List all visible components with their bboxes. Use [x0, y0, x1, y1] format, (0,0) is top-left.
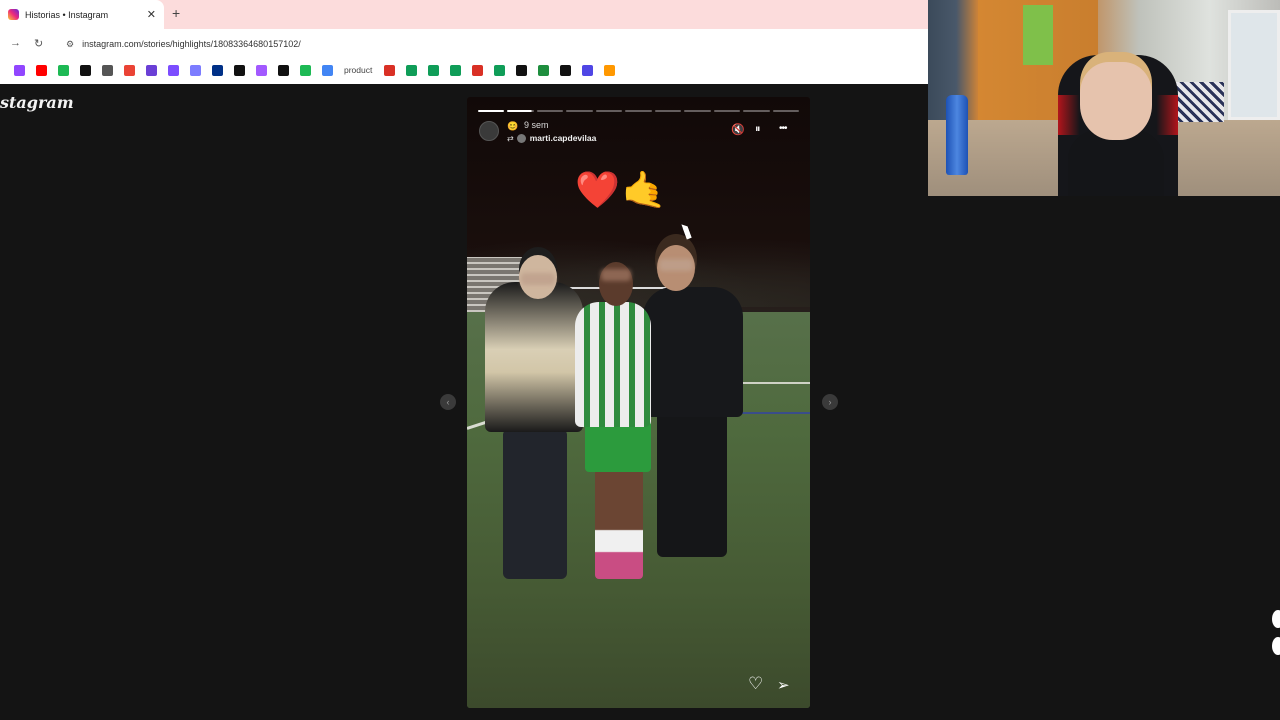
bookmark-icon[interactable] [494, 64, 506, 76]
bookmark-icon[interactable] [168, 64, 179, 76]
reload-icon[interactable]: ↻ [34, 37, 43, 50]
like-icon[interactable]: ♡ [748, 674, 763, 694]
story-author[interactable]: ⇄ marti.capdevilaa [507, 133, 596, 143]
repost-icon: ⇄ [507, 133, 514, 143]
new-tab-button[interactable]: + [172, 5, 180, 21]
bookmark-icon[interactable] [36, 64, 47, 76]
progress-segment [507, 110, 534, 112]
face-blur [521, 273, 555, 285]
window [1228, 10, 1280, 120]
webcam-overlay [928, 0, 1280, 196]
previous-story-button[interactable]: ‹ [440, 394, 456, 410]
bookmark-icon[interactable] [300, 64, 311, 76]
bookmark-icon[interactable] [124, 64, 135, 76]
bookmark-icon[interactable] [604, 64, 616, 76]
bookmark-icon[interactable] [450, 64, 462, 76]
progress-segment [536, 110, 564, 112]
bookmark-icon[interactable] [278, 64, 289, 76]
bookmarks-bar: product [0, 59, 928, 81]
share-icon[interactable]: ➢ [777, 676, 790, 694]
person-middle-legs [595, 469, 643, 579]
tab-instagram[interactable]: Historias • Instagram ✕ [0, 0, 164, 29]
instagram-icon [8, 9, 19, 20]
more-options-icon[interactable]: ••• [779, 123, 787, 134]
site-info-icon[interactable]: ⚙ [66, 39, 74, 50]
bookmark-icon[interactable] [190, 64, 201, 76]
tab-strip: Historias • Instagram ✕ + [0, 0, 928, 29]
browser-chrome: Historias • Instagram ✕ + → ↻ ⚙ instagra… [0, 0, 928, 84]
person-middle [575, 302, 651, 427]
bookmark-icon[interactable] [58, 64, 69, 76]
bookmark-icon[interactable] [14, 64, 25, 76]
water-bottle [946, 95, 968, 175]
person-left-legs [503, 429, 567, 579]
bookmark-icon[interactable] [516, 64, 528, 76]
person-left [485, 282, 583, 432]
story-progress-bar [478, 110, 799, 112]
bookmark-icon[interactable] [234, 64, 245, 76]
user-avatar [516, 133, 526, 143]
bookmark-icon[interactable] [322, 64, 333, 76]
bookmark-icon[interactable] [472, 64, 484, 76]
bookmark-icon[interactable] [102, 64, 113, 76]
progress-segment [743, 110, 770, 112]
highlight-emoji: 😊 [507, 121, 519, 131]
tab-title: Historias • Instagram [25, 9, 109, 20]
close-icon[interactable]: ✕ [147, 8, 156, 21]
bookmark-icon[interactable] [560, 64, 572, 76]
progress-segment [772, 110, 799, 112]
edge-dot [1272, 637, 1280, 655]
bookmark-icon[interactable] [212, 64, 223, 76]
bookmark-icon[interactable] [538, 64, 550, 76]
url-text[interactable]: instagram.com/stories/highlights/1808336… [82, 39, 301, 49]
bookmark-product[interactable]: product [344, 65, 372, 75]
address-bar[interactable]: ⚙ instagram.com/stories/highlights/18083… [58, 33, 924, 55]
story-viewer[interactable]: 😊 9 sem ⇄ marti.capdevilaa 🔇 ⏸ ••• ❤️🤙 ♡… [467, 97, 810, 708]
person-right-legs [657, 407, 727, 557]
edge-dot [1272, 610, 1280, 628]
bookmark-icon[interactable] [256, 64, 267, 76]
highlight-avatar[interactable] [479, 121, 499, 141]
person-middle-shorts [585, 420, 651, 472]
next-story-button[interactable]: › [822, 394, 838, 410]
green-panel [1023, 5, 1053, 65]
bookmark-icon[interactable] [582, 64, 594, 76]
face-blur [659, 259, 693, 271]
bookmark-icon[interactable] [428, 64, 440, 76]
story-header: 😊 9 sem ⇄ marti.capdevilaa 🔇 ⏸ ••• [479, 119, 800, 145]
progress-segment [566, 110, 593, 112]
forward-icon[interactable]: → [10, 37, 21, 49]
bookmark-icon[interactable] [146, 64, 157, 76]
face-blur [601, 269, 631, 281]
progress-segment [654, 110, 682, 112]
toolbar: → ↻ ⚙ instagram.com/stories/highlights/1… [0, 29, 928, 59]
bookmark-icon[interactable] [406, 64, 418, 76]
progress-segment [478, 110, 505, 112]
streamer-face [1080, 62, 1152, 140]
username[interactable]: marti.capdevilaa [530, 133, 597, 143]
mute-icon[interactable]: 🔇 [731, 123, 745, 136]
story-time: 9 sem [524, 120, 549, 130]
bookmark-icon[interactable] [80, 64, 91, 76]
instagram-logo[interactable]: stagram [0, 93, 74, 112]
person-right [643, 287, 743, 417]
bookmark-icon[interactable] [384, 64, 396, 76]
progress-segment [713, 110, 741, 112]
story-emoji-sticker: ❤️🤙 [575, 169, 669, 210]
progress-segment [625, 110, 652, 112]
progress-segment [684, 110, 711, 112]
pause-icon[interactable]: ⏸ [755, 123, 761, 136]
progress-segment [595, 110, 623, 112]
